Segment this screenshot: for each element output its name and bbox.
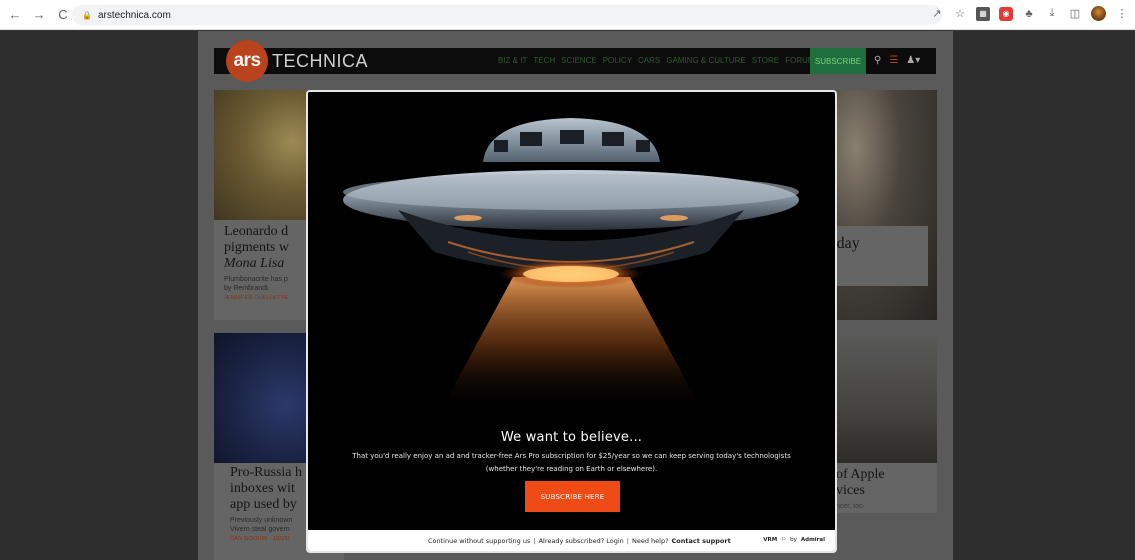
nav-policy[interactable]: POLICY	[603, 56, 632, 65]
url-text[interactable]: arstechnica.com	[98, 10, 171, 21]
nav-science[interactable]: SCIENCE	[561, 56, 597, 65]
modal-footer: Continue without supporting us | Already…	[308, 530, 835, 551]
by-label: by	[790, 537, 797, 543]
nav-gaming-culture[interactable]: GAMING & CULTURE	[666, 56, 745, 65]
ars-nav: BIZ & IT TECH SCIENCE POLICY CARS GAMING…	[498, 56, 820, 65]
extension-icon[interactable]: ▦	[976, 6, 990, 21]
subscribe-here-button[interactable]: SUBSCRIBE HERE	[525, 481, 620, 512]
modal-body-line: That you'd really enjoy an ad and tracke…	[352, 452, 791, 460]
menu-icon[interactable]: ⋮	[1115, 7, 1129, 21]
already-subscribed-login-link[interactable]: Already subscribed? Login	[539, 537, 624, 545]
subscription-modal: We want to believe... That you'd really …	[306, 90, 837, 553]
ars-wordmark[interactable]: TECHNICA	[272, 51, 368, 72]
ars-logo-text: ars	[233, 50, 261, 71]
ars-logo[interactable]: ars	[226, 40, 268, 82]
download-icon[interactable]: ⤓	[1045, 7, 1059, 21]
puzzle-icon[interactable]: ♣	[1022, 7, 1036, 21]
vrm-label: VRM	[763, 537, 778, 543]
footer-separator: |	[626, 537, 629, 545]
share-icon[interactable]: ↗	[930, 7, 944, 21]
nav-tech[interactable]: TECH	[533, 56, 555, 65]
admiral-label: Admiral	[800, 537, 825, 543]
article-dek: ncer, too.	[836, 503, 865, 510]
footer-separator: |	[533, 537, 536, 545]
ufo-illustration	[308, 92, 835, 422]
address-bar[interactable]: 🔒 arstechnica.com	[72, 5, 942, 25]
modal-body: That you'd really enjoy an ad and tracke…	[338, 450, 805, 476]
user-icon[interactable]: ♟▾	[906, 55, 920, 66]
browser-toolbar: ← → C 🔒 arstechnica.com ↗ ☆ ▦ ◉ ♣ ⤓ ◫ ⋮	[0, 0, 1135, 30]
admiral-branding[interactable]: VRM ⚐ by Admiral	[763, 537, 825, 543]
nav-biz-it[interactable]: BIZ & IT	[498, 56, 527, 65]
article-headline: of Apple	[836, 467, 885, 482]
forward-button[interactable]: →	[30, 6, 48, 24]
profile-avatar[interactable]	[1091, 6, 1106, 21]
search-icon[interactable]: ⚲	[874, 55, 881, 66]
article-headline: vices	[836, 483, 865, 498]
modal-title: We want to believe...	[500, 430, 643, 445]
admiral-flag-icon: ⚐	[781, 537, 787, 543]
ars-subscribe-button[interactable]: SUBSCRIBE	[810, 48, 866, 74]
sidepanel-icon[interactable]: ◫	[1068, 7, 1082, 21]
lock-icon[interactable]: 🔒	[82, 11, 92, 20]
star-icon[interactable]: ☆	[953, 7, 967, 21]
continue-without-supporting-link[interactable]: Continue without supporting us	[428, 537, 530, 545]
reload-button[interactable]: C	[54, 6, 72, 24]
contact-support-link[interactable]: Contact support	[672, 537, 731, 545]
ublock-icon[interactable]: ◉	[999, 6, 1013, 21]
ars-header: ars TECHNICA BIZ & IT TECH SCIENCE POLIC…	[214, 40, 936, 82]
nav-store[interactable]: STORE	[752, 56, 779, 65]
nav-cars[interactable]: CARS	[638, 56, 660, 65]
back-button[interactable]: ←	[6, 6, 24, 24]
need-help-text: Need help?	[631, 537, 669, 545]
hamburger-icon[interactable]: ☰	[889, 55, 898, 66]
modal-body-line: (whether they're reading on Earth or els…	[485, 465, 658, 473]
